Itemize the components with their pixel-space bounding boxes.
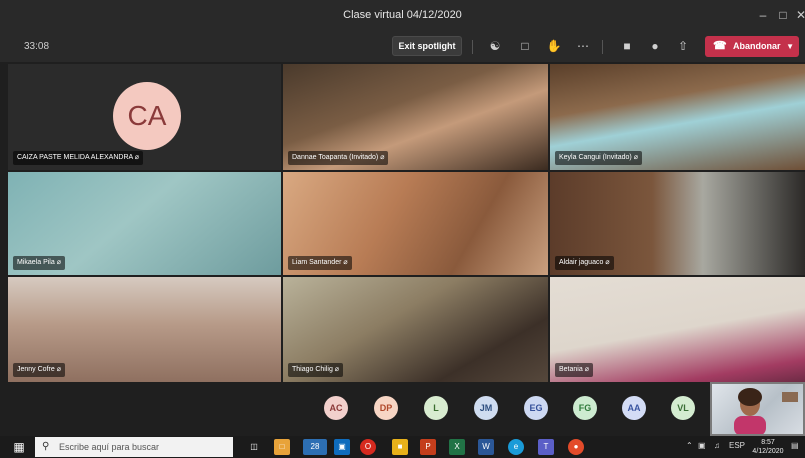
self-view-figure [734,388,798,434]
share-screen-icon[interactable]: ⇧ [674,37,692,55]
meeting-toolbar: 33:08 Exit spotlight ☯ □ ✋ ⋯ ■ ● ⇧ ☎ Aba… [0,30,805,62]
participant-name: CAIZA PASTE MELIDA ALEXANDRA ⌀ [13,151,143,165]
participant-name: Dannae Toapanta (Invitado) ⌀ [288,151,389,165]
leave-button[interactable]: ☎ Abandonar ▼ [705,36,799,57]
edge-icon[interactable]: e [508,439,524,455]
weather-icon[interactable]: 28 [303,439,327,455]
mic-muted-icon: ⌀ [603,259,610,266]
window-title: Clase virtual 04/12/2020 [343,9,462,21]
avatar[interactable]: VL [671,396,695,420]
minimize-icon[interactable]: – [752,5,774,25]
participant-name: Mikaela Pila ⌀ [13,256,65,270]
mic-muted-icon: ⌀ [378,154,385,161]
raise-hand-icon[interactable]: ✋ [545,37,563,55]
search-placeholder: Escribe aquí para buscar [59,442,160,452]
leave-label: Abandonar [733,41,781,51]
participant-strip: AC DP L JM EG FG AA VL [0,382,805,436]
mic-muted-icon: ⌀ [341,259,348,266]
os-taskbar: ▦ ⚲ Escribe aquí para buscar ◫ □ 28 ▣ O … [0,436,805,458]
chevron-down-icon[interactable]: ▼ [786,36,794,57]
mic-muted-icon: ⌀ [54,366,61,373]
participant-name: Thiago Chilig ⌀ [288,363,344,377]
participant-name: Jenny Cofre ⌀ [13,363,65,377]
participant-name: Betania ⌀ [555,363,593,377]
avatar[interactable]: DP [374,396,398,420]
close-icon[interactable]: ✕ [790,5,805,25]
avatar[interactable]: FG [573,396,597,420]
video-tile[interactable]: Keyla Cangui (Invitado) ⌀ [550,64,805,170]
video-tile[interactable]: Mikaela Pila ⌀ [8,172,281,275]
word-icon[interactable]: W [478,439,494,455]
store-icon[interactable]: ▣ [334,439,350,455]
avatar[interactable]: AA [622,396,646,420]
file-explorer-icon[interactable]: □ [274,439,290,455]
exit-spotlight-button[interactable]: Exit spotlight [392,36,462,56]
participants-icon[interactable]: ☯ [486,37,504,55]
sticky-notes-icon[interactable]: ■ [392,439,408,455]
taskbar-clock[interactable]: 8:57 4/12/2020 [748,438,788,456]
video-tile[interactable]: Betania ⌀ [550,277,805,382]
chrome-icon[interactable]: ● [568,439,584,455]
language-indicator[interactable]: ESP [729,441,745,450]
task-view-icon[interactable]: ◫ [246,439,262,455]
avatar[interactable]: AC [324,396,348,420]
hang-up-icon: ☎ [713,40,727,52]
clock-time: 8:57 [761,439,775,446]
video-tile[interactable]: Dannae Toapanta (Invitado) ⌀ [283,64,548,170]
chat-icon[interactable]: □ [516,37,534,55]
taskbar-search-input[interactable]: ⚲ Escribe aquí para buscar [35,437,233,457]
network-icon[interactable]: ▣ [698,441,706,450]
title-bar: Clase virtual 04/12/2020 – □ ✕ [0,0,805,30]
excel-icon[interactable]: X [449,439,465,455]
self-view-video[interactable] [710,382,805,436]
participant-name: Liam Santander ⌀ [288,256,352,270]
video-tile[interactable]: Jenny Cofre ⌀ [8,277,281,382]
toolbar-divider [602,40,603,54]
participant-name: Keyla Cangui (Invitado) ⌀ [555,151,642,165]
avatar[interactable]: EG [524,396,548,420]
notifications-icon[interactable]: ▤ [791,441,799,450]
video-grid: CA CAIZA PASTE MELIDA ALEXANDRA ⌀ Dannae… [8,64,805,382]
video-tile[interactable]: Aldair jaguaco ⌀ [550,172,805,275]
video-tile[interactable]: Liam Santander ⌀ [283,172,548,275]
clock-date: 4/12/2020 [752,448,784,455]
mic-muted-icon: ⌀ [631,154,638,161]
avatar: CA [113,82,181,150]
teams-icon[interactable]: T [538,439,554,455]
search-icon: ⚲ [42,441,50,452]
opera-icon[interactable]: O [360,439,376,455]
participant-name: Aldair jaguaco ⌀ [555,256,614,270]
toolbar-divider [472,40,473,54]
avatar[interactable]: L [424,396,448,420]
avatar[interactable]: JM [474,396,498,420]
meeting-timer: 33:08 [24,41,50,52]
mic-muted-icon: ⌀ [582,366,589,373]
mic-muted-icon: ⌀ [132,154,139,161]
mic-muted-icon: ⌀ [332,366,340,373]
windows-start-icon[interactable]: ▦ [12,440,26,454]
tray-chevron-up-icon[interactable]: ⌃ [686,441,693,450]
powerpoint-icon[interactable]: P [420,439,436,455]
volume-icon[interactable]: ♫ [714,441,720,450]
video-tile[interactable]: CA CAIZA PASTE MELIDA ALEXANDRA ⌀ [8,64,281,170]
mic-muted-icon: ⌀ [54,259,61,266]
microphone-icon[interactable]: ● [646,37,664,55]
more-actions-icon[interactable]: ⋯ [574,37,592,55]
video-tile[interactable]: Thiago Chilig ⌀ [283,277,548,382]
camera-icon[interactable]: ■ [618,37,636,55]
